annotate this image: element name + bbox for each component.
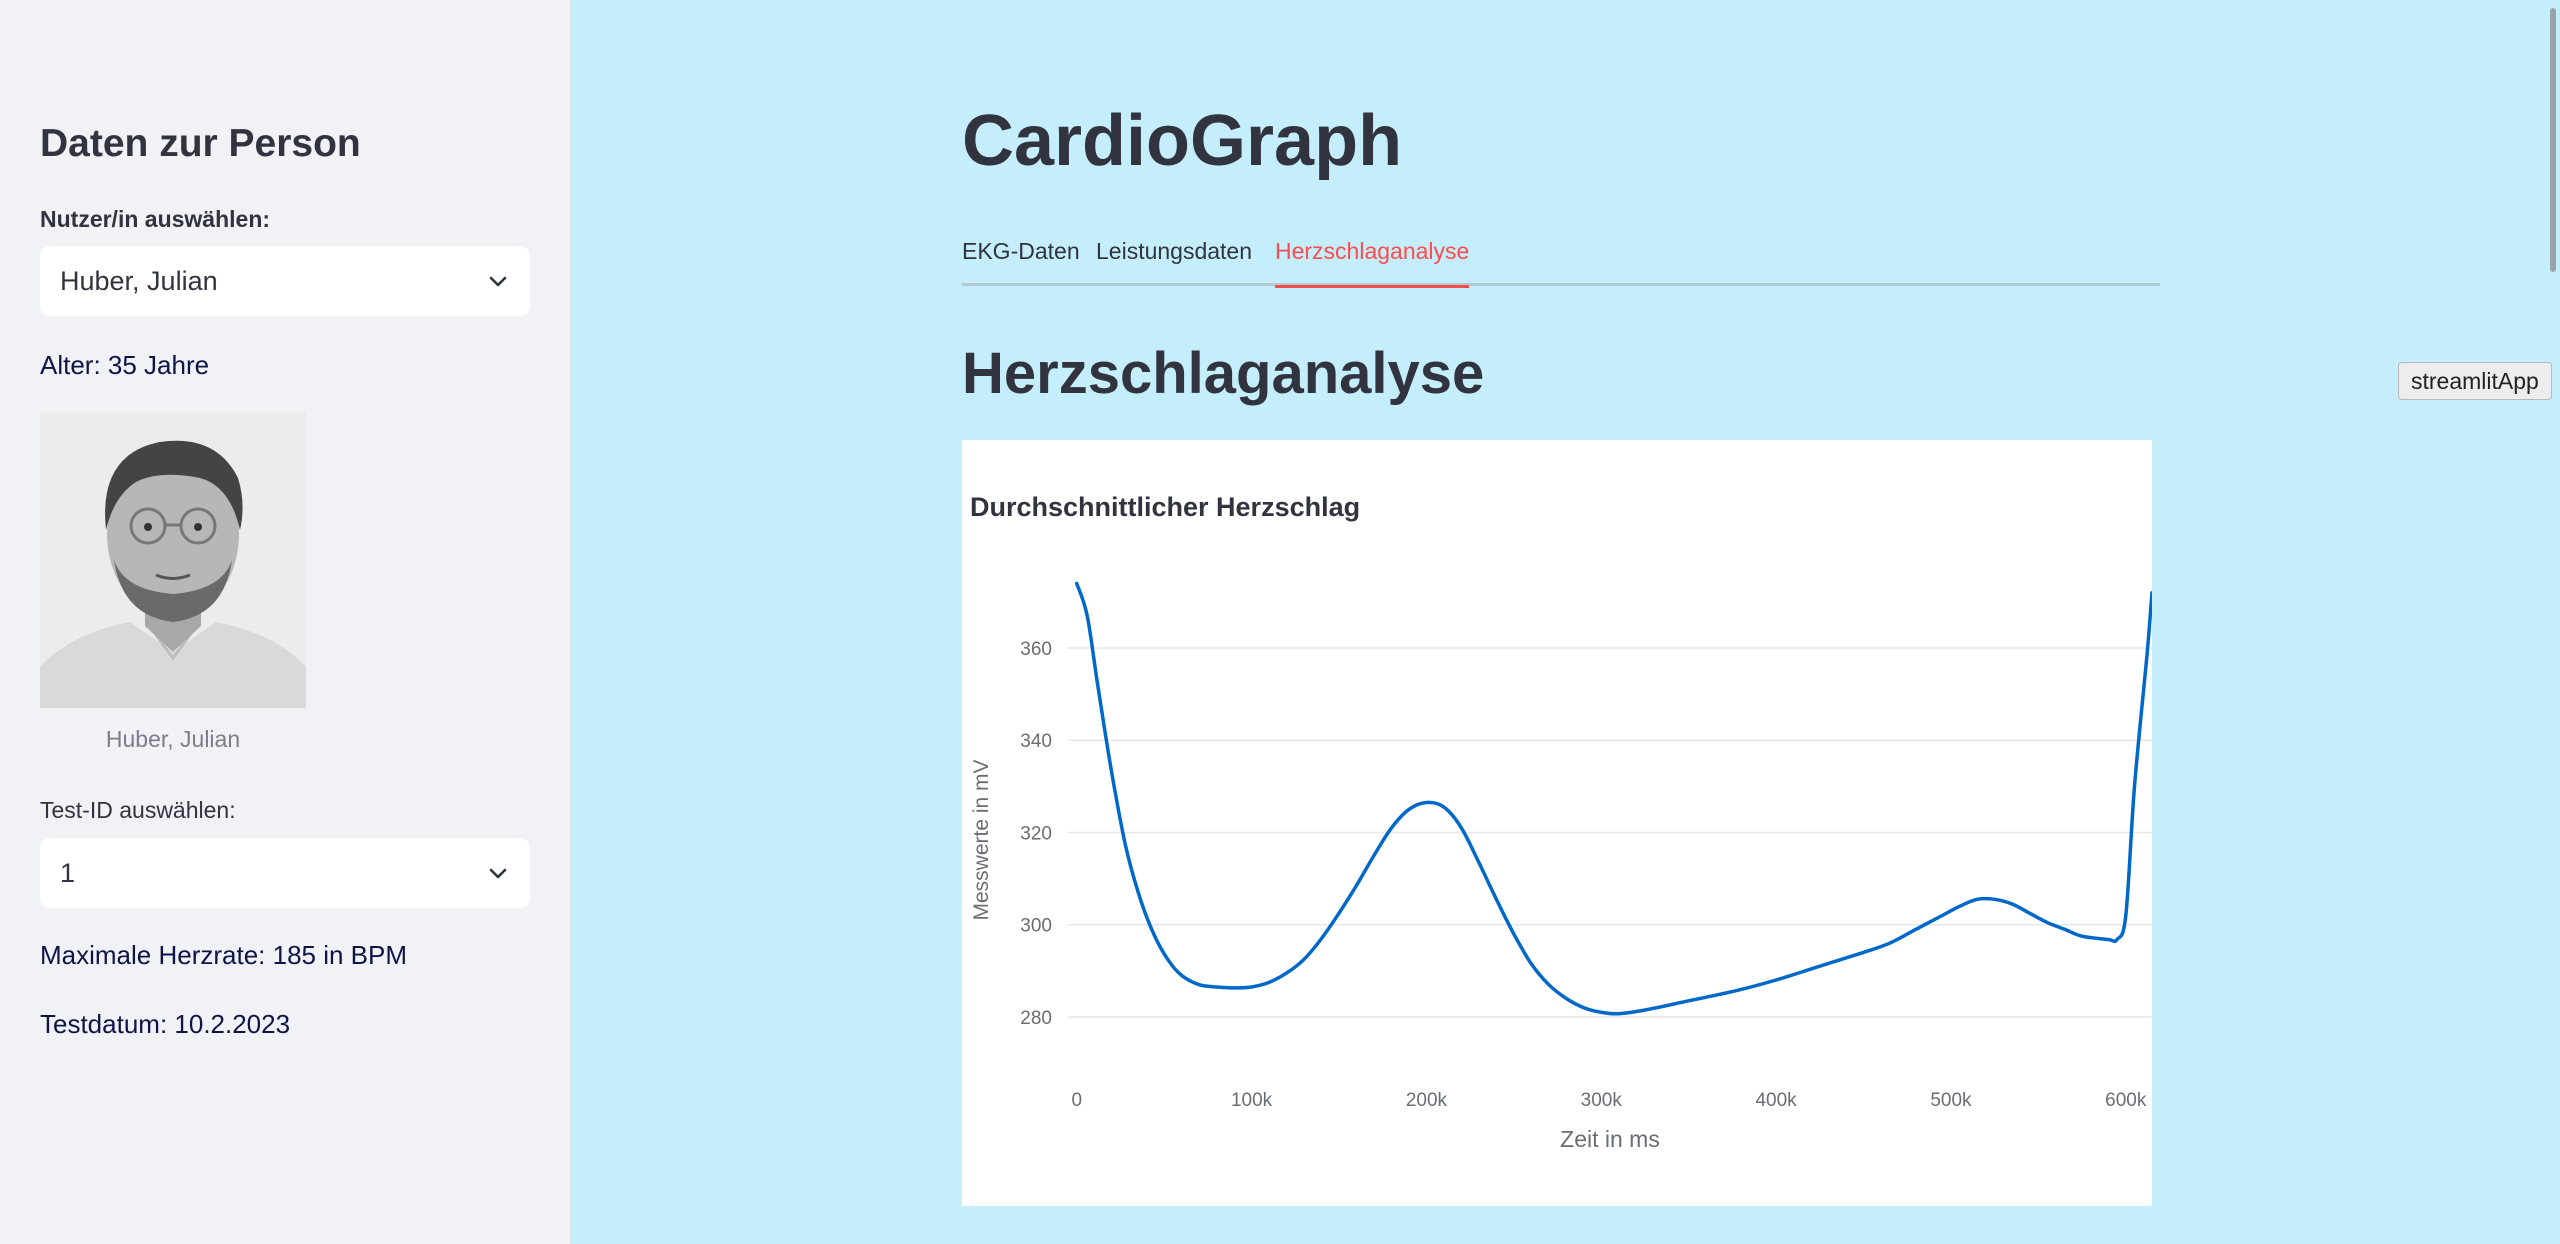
photo-caption: Huber, Julian [105,726,241,752]
streamlit-app-tooltip: streamlitApp [2398,362,2552,400]
x-tick-label: 400k [1755,1090,1797,1111]
y-axis-label: Messwerte in mV [970,759,993,920]
y-axis-ticks: 280 300 320 340 360 [1020,639,1052,1029]
y-tick-label: 320 [1020,823,1052,844]
tab-herzschlaganalyse[interactable]: Herzschlaganalyse [1275,238,1470,288]
y-tick-label: 280 [1020,1008,1052,1029]
app-title: CardioGraph [962,101,1403,181]
age-text: Alter: 35 Jahre [40,350,210,380]
tab-bar: EKG-Daten Leistungsdaten Herzschlaganaly… [962,232,2160,288]
y-tick-label: 360 [1020,639,1052,660]
chart-title: Durchschnittlicher Herzschlag [970,492,1360,522]
y-tick-label: 340 [1020,731,1052,752]
user-select-value: Huber, Julian [60,265,218,296]
user-photo [40,412,306,708]
test-select-label: Test-ID auswählen: [40,797,236,823]
user-select[interactable]: Huber, Julian [40,246,530,316]
scrollbar[interactable] [2550,8,2556,272]
test-id-select-value: 1 [60,857,76,888]
x-tick-label: 300k [1581,1090,1623,1111]
x-axis-label: Zeit in ms [1560,1126,1660,1152]
section-title: Herzschlaganalyse [962,341,1485,406]
x-axis-ticks: 0 100k 200k 300k 400k 500k 600k [1071,1090,2146,1111]
x-tick-label: 0 [1071,1090,1082,1111]
tab-leistungsdaten[interactable]: Leistungsdaten [1096,238,1252,285]
y-tick-label: 300 [1020,916,1052,937]
test-id-select[interactable]: 1 [40,838,530,908]
x-tick-label: 100k [1231,1090,1273,1111]
x-tick-label: 600k [2105,1090,2147,1111]
user-select-label: Nutzer/in auswählen: [40,206,271,232]
x-tick-label: 200k [1406,1090,1448,1111]
tab-ekg-daten[interactable]: EKG-Daten [962,238,1080,285]
chart-gridlines [1068,647,2152,1018]
chevron-down-icon [489,276,507,287]
test-date-text: Testdatum: 10.2.2023 [40,1009,291,1039]
heartbeat-chart[interactable]: Durchschnittlicher Herzschlag 280 300 320 3… [962,440,2152,1206]
chevron-down-icon [489,868,507,879]
sidebar-title: Daten zur Person [40,122,361,165]
max-heart-rate-text: Maximale Herzrate: 185 in BPM [40,940,408,970]
x-tick-label: 500k [1930,1090,1972,1111]
sidebar: Daten zur Person Nutzer/in auswählen: Hu… [0,0,571,1244]
chart-card: Durchschnittlicher Herzschlag 280 300 320 3… [962,440,2152,1206]
